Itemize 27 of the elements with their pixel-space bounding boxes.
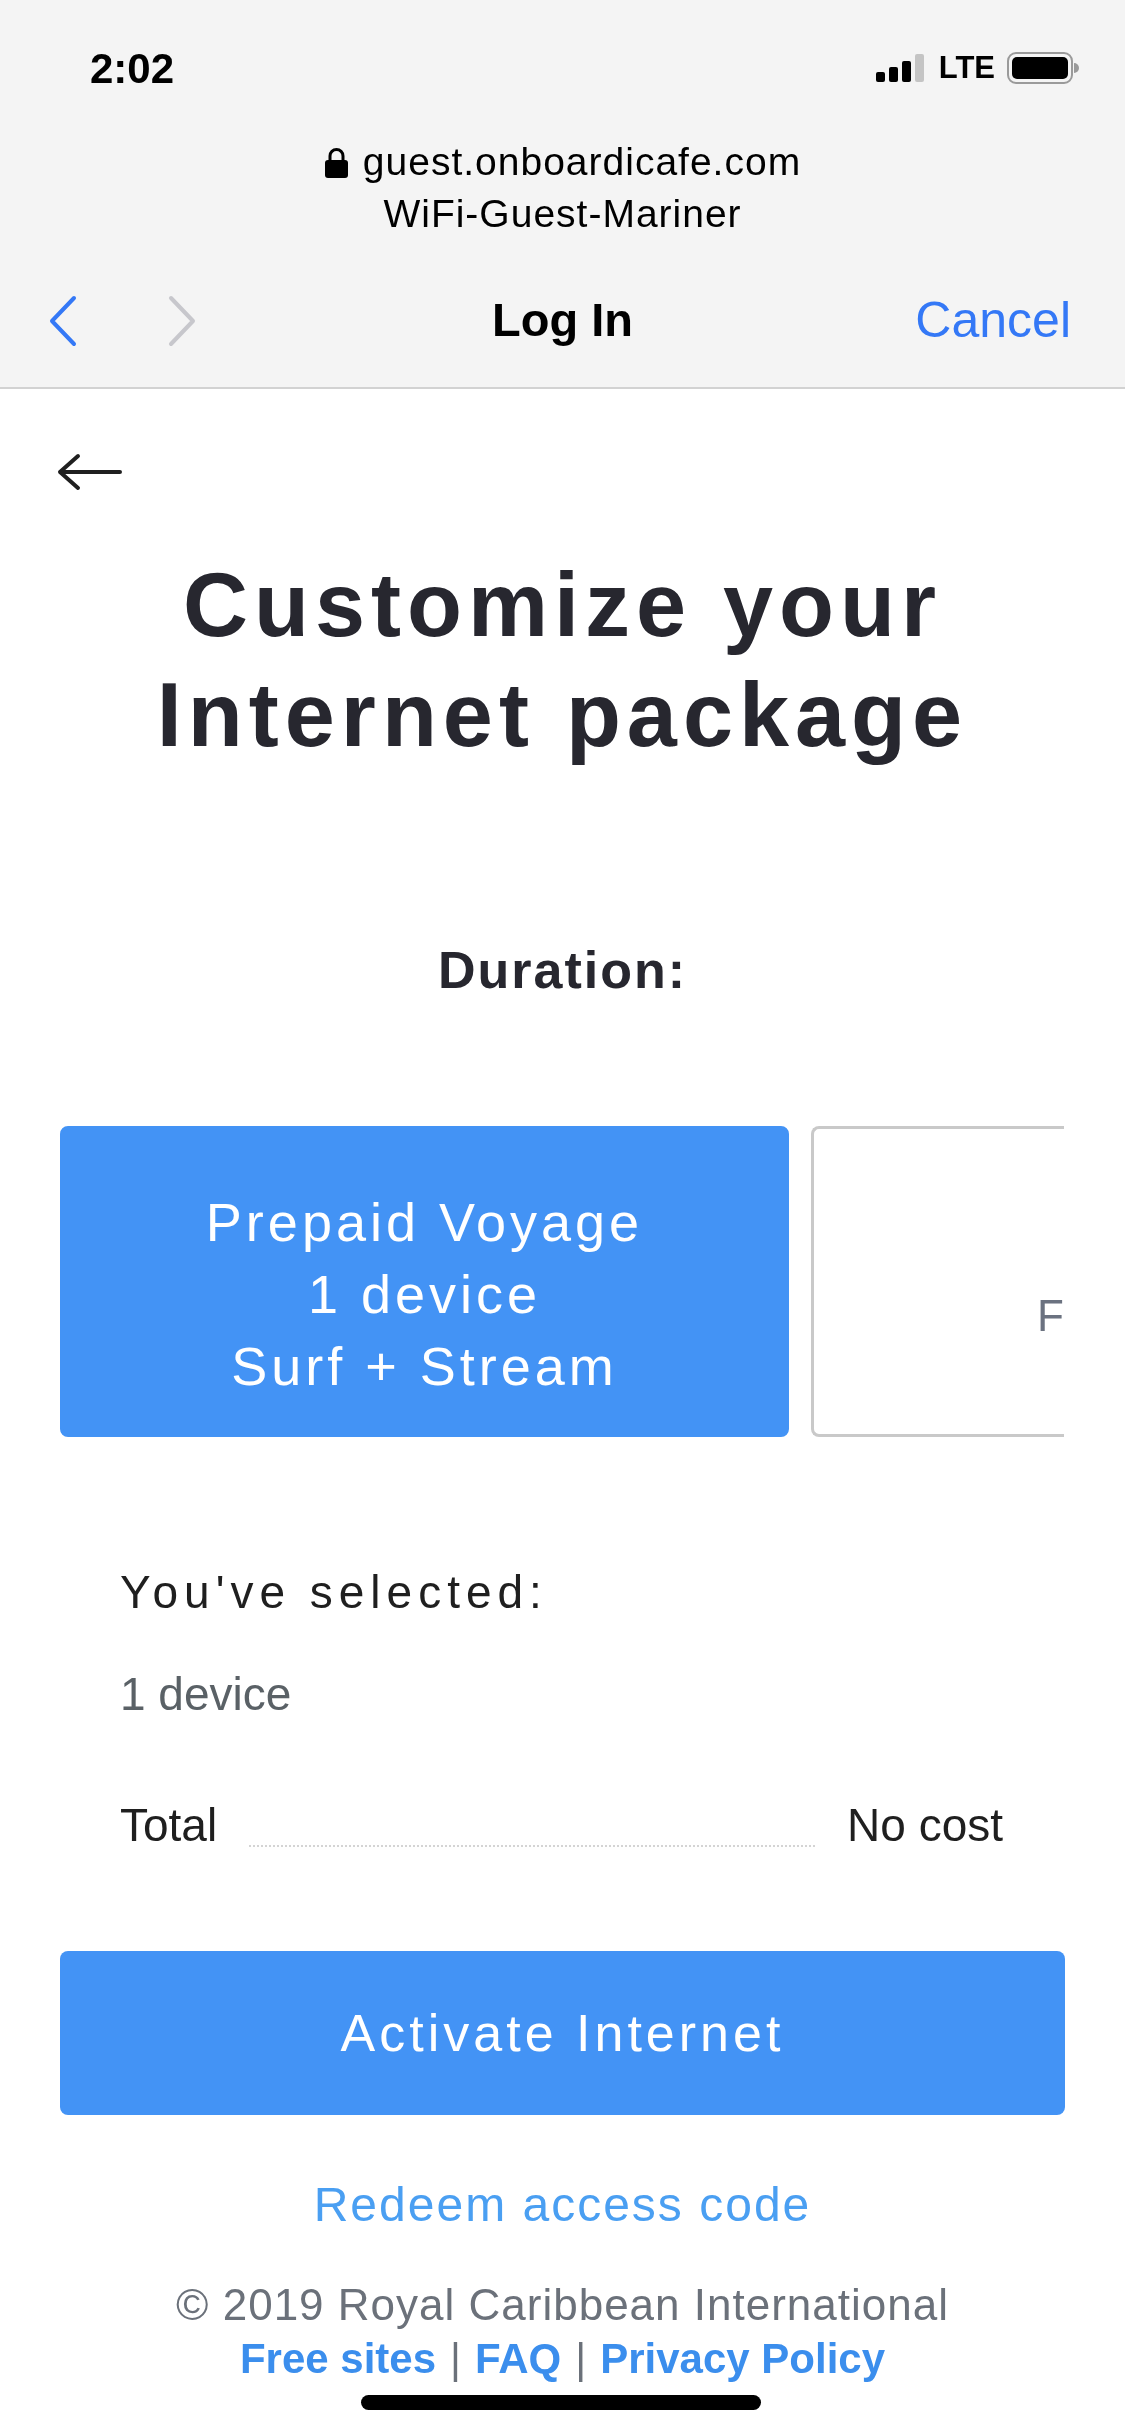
footer-link[interactable]: Privacy Policy xyxy=(600,2333,886,2385)
copyright-text: © 2019 Royal Caribbean International xyxy=(176,2279,949,2331)
back-arrow-icon[interactable] xyxy=(57,453,123,491)
network-name: WiFi-Guest-Mariner xyxy=(383,191,742,237)
package-card[interactable]: Prepaid Voyage 1 device Surf + Stream xyxy=(60,1126,789,1437)
heading: Customize your Internet package xyxy=(155,554,970,767)
total-value: No cost xyxy=(847,1798,1003,1853)
redeem-link[interactable]: Redeem access code xyxy=(313,2175,812,2235)
total-label: Total xyxy=(120,1798,218,1853)
summary-item: 1 device xyxy=(120,1667,292,1722)
signal-icon xyxy=(875,54,927,82)
link-separator: | xyxy=(450,2334,461,2384)
page-address: guest.onboardicafe.com xyxy=(362,139,802,185)
link-separator: | xyxy=(575,2334,587,2384)
section-label: Duration: xyxy=(437,940,688,1001)
footer-link[interactable]: FAQ xyxy=(474,2333,562,2385)
package-card[interactable]: F xyxy=(811,1126,1064,1437)
summary-heading: You've selected: xyxy=(120,1565,548,1620)
cancel-button[interactable]: Cancel xyxy=(915,283,1071,358)
battery-icon xyxy=(1007,52,1079,84)
lock-icon xyxy=(323,146,349,178)
activate-button[interactable]: Activate Internet xyxy=(60,1951,1065,2115)
footer-link[interactable]: Free sites xyxy=(239,2333,437,2385)
chevron-left-icon[interactable] xyxy=(49,294,77,347)
network-type: LTE xyxy=(938,48,995,87)
page-title: Log In xyxy=(492,292,633,349)
status-time: 2:02 xyxy=(90,43,175,94)
